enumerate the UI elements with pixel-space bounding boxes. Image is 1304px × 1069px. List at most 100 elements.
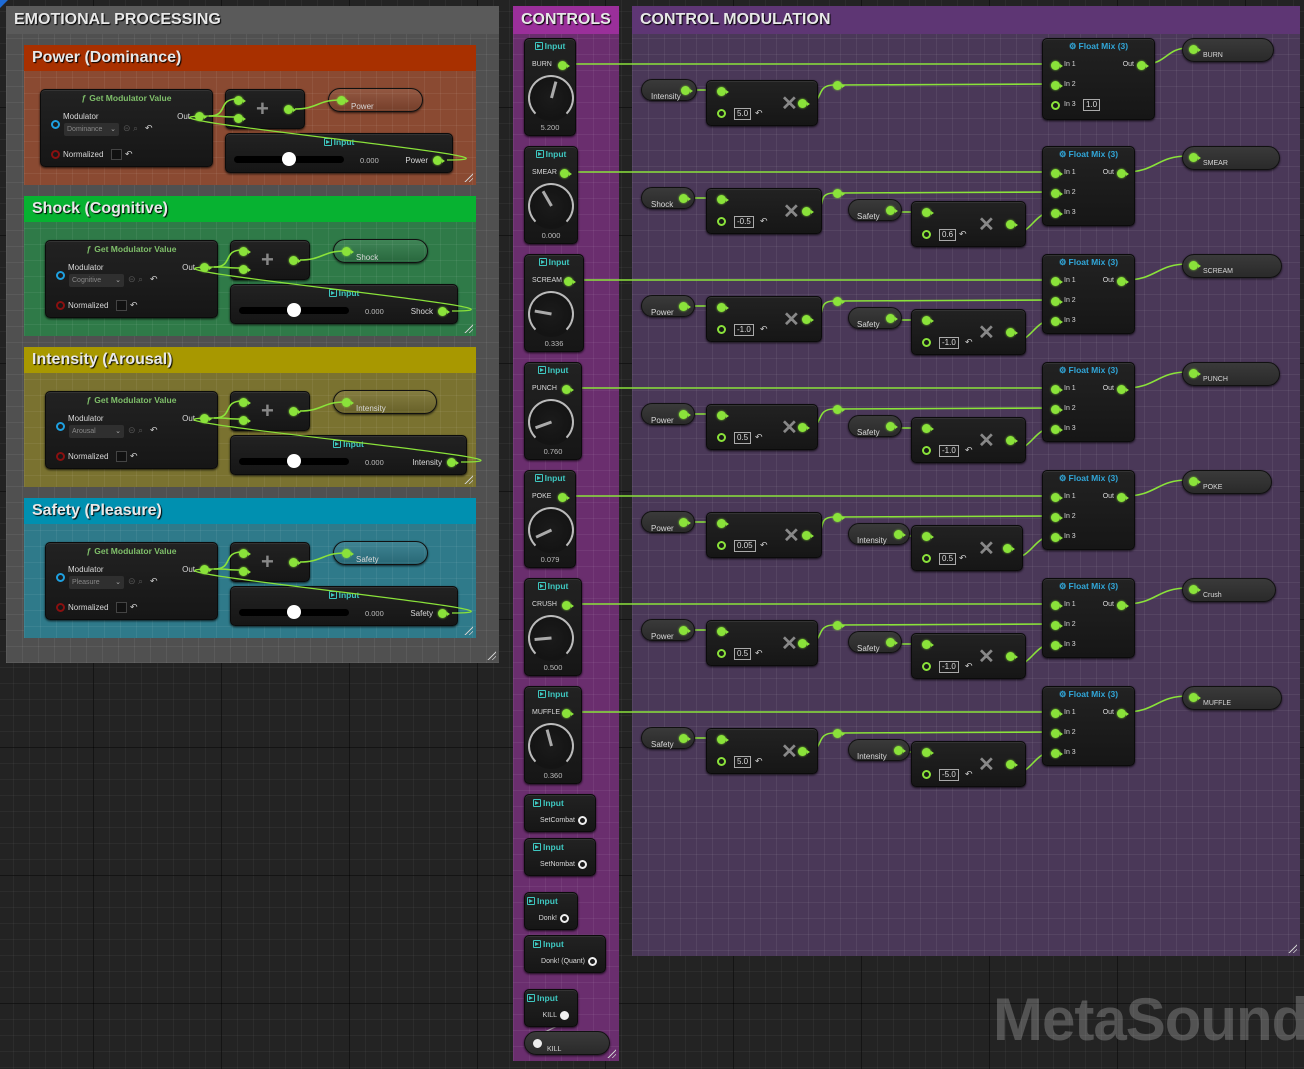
source-pin[interactable] <box>886 314 898 323</box>
value-field[interactable]: 0.336 <box>525 339 583 348</box>
reset-icon[interactable]: ↶ <box>965 769 973 780</box>
output-pin[interactable] <box>342 398 354 407</box>
trigger-pin[interactable] <box>578 860 587 869</box>
multiply-output-pin[interactable] <box>1006 220 1018 229</box>
add-node[interactable]: + <box>230 391 310 431</box>
in3-value-field[interactable]: 1.0 <box>1083 99 1101 111</box>
search-icon[interactable]: ⌕ <box>138 576 143 587</box>
trigger-pin[interactable] <box>560 914 569 923</box>
multiply-node[interactable]: 5.0 ↶ ✕ <box>706 728 818 774</box>
mix-in1-pin[interactable] <box>1051 169 1063 178</box>
output-burn[interactable]: BURN <box>1182 38 1274 62</box>
add-node[interactable]: + <box>230 542 310 582</box>
browse-icon[interactable]: ⊝ <box>128 576 136 587</box>
value-knob[interactable] <box>528 723 574 769</box>
reset-icon[interactable]: ↶ <box>755 108 763 119</box>
trigger-pin[interactable] <box>588 957 597 966</box>
value-knob[interactable] <box>528 291 574 337</box>
source-pin[interactable] <box>679 734 691 743</box>
multiply-input-a-pin[interactable] <box>922 316 934 325</box>
slider-handle[interactable] <box>282 152 296 166</box>
multiply-output-pin[interactable] <box>1006 652 1018 661</box>
mix-in2-pin[interactable] <box>1051 405 1063 414</box>
multiply-input-a-pin[interactable] <box>717 303 729 312</box>
reset-icon[interactable]: ↶ <box>125 149 133 160</box>
multiply-input-b-pin[interactable] <box>922 662 931 671</box>
multiply-input-a-pin[interactable] <box>922 640 934 649</box>
mix-in2-pin[interactable] <box>1051 621 1063 630</box>
browse-icon[interactable]: ⊝ <box>128 274 136 285</box>
multiply-input-b-pin[interactable] <box>717 109 726 118</box>
multiplier-field[interactable]: -0.5 <box>734 216 754 228</box>
mix-out-pin[interactable] <box>1117 169 1129 178</box>
multiplier-field[interactable]: 5.0 <box>734 756 752 768</box>
reset-icon[interactable]: ↶ <box>965 337 973 348</box>
mix-in3-pin[interactable] <box>1051 425 1063 434</box>
input-out-pin[interactable] <box>564 277 576 286</box>
reset-icon[interactable]: ↶ <box>130 300 138 311</box>
output-pin[interactable] <box>1189 261 1201 270</box>
float-mix-node-crush[interactable]: ⚙ Float Mix (3) In 1 In 2 In 3 Out <box>1042 578 1135 658</box>
normalized-pin[interactable] <box>56 603 65 612</box>
multiplier-field[interactable]: 0.6 <box>939 229 957 241</box>
multiply-node[interactable]: 0.05 ↶ ✕ <box>706 512 822 558</box>
multiply-input-a-pin[interactable] <box>717 411 729 420</box>
multiplier-field[interactable]: 0.5 <box>939 553 957 565</box>
multiplier-field[interactable]: 0.5 <box>734 648 752 660</box>
mix-in1-pin[interactable] <box>1051 493 1063 502</box>
reset-icon[interactable]: ↶ <box>760 216 768 227</box>
out-pin[interactable] <box>200 414 212 423</box>
multiply-node[interactable]: 0.5 ↶ ✕ <box>706 404 818 450</box>
source-pin[interactable] <box>894 530 906 539</box>
mix-out-pin[interactable] <box>1117 493 1129 502</box>
mix-in1-pin[interactable] <box>1051 277 1063 286</box>
mix-in2-pin[interactable] <box>1051 297 1063 306</box>
output-muffle[interactable]: MUFFLE <box>1182 686 1282 710</box>
trigger-pin[interactable] <box>578 816 587 825</box>
value-knob[interactable] <box>528 183 574 229</box>
source-pin[interactable] <box>894 746 906 755</box>
reset-icon[interactable]: ↶ <box>145 123 153 134</box>
source-pin[interactable] <box>886 422 898 431</box>
value-field[interactable]: 0.079 <box>525 555 575 564</box>
multiply-input-b-pin[interactable] <box>717 325 726 334</box>
mix-in3-pin[interactable] <box>1051 317 1063 326</box>
multiply-node[interactable]: -1.0 ↶ ✕ <box>911 633 1026 679</box>
mix-out-pin[interactable] <box>1117 601 1129 610</box>
reset-icon[interactable]: ↶ <box>130 451 138 462</box>
normalized-checkbox[interactable] <box>116 602 127 613</box>
reset-icon[interactable]: ↶ <box>959 553 967 564</box>
input-safety-node[interactable]: Input 0.000 Safety <box>230 586 458 626</box>
input-out-pin[interactable] <box>560 169 572 178</box>
mix-in2-pin[interactable] <box>1051 513 1063 522</box>
value-field[interactable]: 5.200 <box>525 123 575 132</box>
browse-icon[interactable]: ⊝ <box>128 425 136 436</box>
resize-handle[interactable] <box>1287 943 1297 953</box>
add-output-pin[interactable] <box>289 256 301 265</box>
modulator-dropdown[interactable]: Cognitive ⌄ <box>69 274 124 287</box>
multiply-input-a-pin[interactable] <box>717 519 729 528</box>
input-out-pin[interactable] <box>438 307 450 316</box>
input-out-pin[interactable] <box>447 458 459 467</box>
multiply-node[interactable]: -1.0 ↶ ✕ <box>706 296 822 342</box>
multiply-input-a-pin[interactable] <box>922 532 934 541</box>
source-pin[interactable] <box>679 302 691 311</box>
reset-icon[interactable]: ↶ <box>150 425 158 436</box>
reroute-node[interactable] <box>833 729 845 738</box>
get-modulator-value-node[interactable]: ƒ Get Modulator Value Modulator Dominance ⌄ ⊝… <box>40 89 213 167</box>
output-smear[interactable]: SMEAR <box>1182 146 1280 170</box>
value-field[interactable]: 0.360 <box>525 771 581 780</box>
input-power-node[interactable]: Input 0.000 Power <box>225 133 453 173</box>
resize-handle[interactable] <box>463 625 473 635</box>
multiply-node[interactable]: -1.0 ↶ ✕ <box>911 417 1026 463</box>
multiply-node[interactable]: 5.0 ↶ ✕ <box>706 80 818 126</box>
output-punch[interactable]: PUNCH <box>1182 362 1280 386</box>
input-out-pin[interactable] <box>558 61 570 70</box>
normalized-checkbox[interactable] <box>116 300 127 311</box>
source-pin[interactable] <box>886 638 898 647</box>
float-mix-node-poke[interactable]: ⚙ Float Mix (3) In 1 In 2 In 3 Out <box>1042 470 1135 550</box>
mix-in3-pin[interactable] <box>1051 101 1060 110</box>
mix-in3-pin[interactable] <box>1051 533 1063 542</box>
source-safety[interactable]: Safety <box>848 307 902 329</box>
source-power[interactable]: Power <box>641 511 695 533</box>
